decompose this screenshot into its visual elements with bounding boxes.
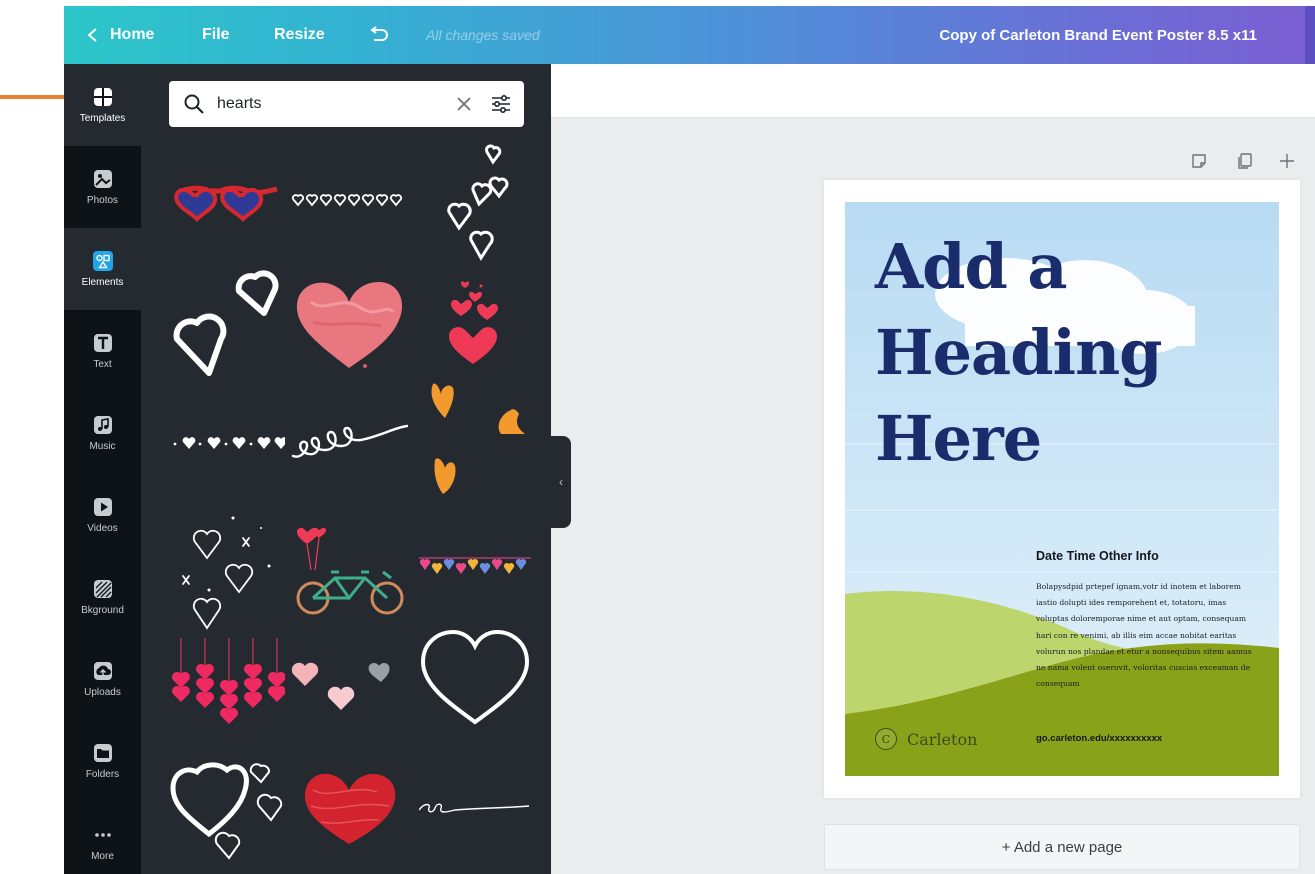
carleton-seal-icon: C: [875, 728, 897, 750]
rail-label-templates: Templates: [79, 113, 126, 124]
rail-label-background: Bkground: [81, 605, 124, 616]
rail-item-templates[interactable]: Templates: [64, 64, 141, 146]
file-menu-button[interactable]: File: [202, 6, 230, 64]
duplicate-page-icon[interactable]: [1235, 151, 1255, 171]
undo-icon: [370, 26, 388, 41]
home-label: Home: [110, 26, 155, 43]
rail-label-more: More: [91, 851, 114, 862]
rail-label-photos: Photos: [86, 195, 119, 206]
background-icon: [93, 580, 112, 598]
videos-icon: [93, 498, 112, 516]
poster-url[interactable]: go.carleton.edu/xxxxxxxxxx: [1036, 733, 1162, 744]
text-icon: [93, 334, 112, 352]
templates-icon: [93, 88, 112, 106]
poster-brand-logo[interactable]: C Carleton: [875, 728, 977, 750]
document-title[interactable]: Copy of Carleton Brand Event Poster 8.5 …: [939, 6, 1257, 64]
search-input[interactable]: [217, 89, 437, 119]
rail-label-videos: Videos: [87, 523, 118, 534]
result-falling-red-hearts[interactable]: [419, 276, 531, 372]
rail-label-folders: Folders: [85, 769, 120, 780]
uploads-icon: [93, 662, 112, 680]
poster-canvas[interactable]: Add a Heading Here Date Time Other Info …: [845, 202, 1279, 776]
search-bar: [169, 81, 524, 127]
resize-label: Resize: [274, 26, 325, 43]
rail-item-text[interactable]: Text: [64, 310, 141, 392]
rail-item-music[interactable]: Music: [64, 392, 141, 474]
result-orange-hearts[interactable]: [419, 380, 531, 502]
rail-item-elements[interactable]: Elements: [64, 228, 141, 310]
rail-label-uploads: Uploads: [84, 687, 121, 698]
music-icon: [93, 416, 112, 434]
result-scribbled-red-heart[interactable]: [291, 766, 409, 850]
add-note-icon[interactable]: [1189, 151, 1209, 171]
add-page-plus-icon[interactable]: [1277, 151, 1297, 171]
result-heart-sunglasses[interactable]: [169, 169, 285, 231]
top-bar: Home File Resize All changes saved Copy …: [64, 6, 1315, 64]
result-thin-heart-line[interactable]: [419, 792, 531, 822]
file-label: File: [202, 26, 230, 43]
folders-icon: [93, 744, 112, 762]
result-painted-pink-heart[interactable]: [291, 274, 409, 374]
rail-label-text: Text: [93, 359, 112, 370]
rail-item-photos[interactable]: Photos: [64, 146, 141, 228]
topbar-edge: [1305, 6, 1315, 64]
chevron-left-icon: [87, 28, 97, 42]
screenshot-stage: Home File Resize All changes saved Copy …: [0, 0, 1315, 874]
rail-item-more[interactable]: More: [64, 802, 141, 874]
resize-button[interactable]: Resize: [274, 6, 325, 64]
page-actions: [1189, 151, 1299, 171]
result-sketched-hearts-stars[interactable]: [169, 504, 285, 630]
rail-label-music: Music: [89, 441, 116, 452]
result-small-hearts-row[interactable]: [291, 190, 409, 210]
add-new-page-button[interactable]: + Add a new page: [824, 824, 1300, 870]
result-scattered-outline-hearts[interactable]: [419, 142, 531, 264]
result-tandem-bike-hearts[interactable]: [291, 522, 409, 618]
result-colorful-heart-bunting[interactable]: [419, 550, 531, 580]
elements-icon: [92, 251, 113, 271]
result-brush-outline-hearts[interactable]: [169, 752, 285, 862]
elements-panel: [141, 64, 551, 874]
undo-button[interactable]: [368, 6, 390, 64]
result-looped-hearts-line[interactable]: [291, 416, 409, 470]
photos-icon: [93, 170, 112, 188]
poster-info-title[interactable]: Date Time Other Info: [1036, 549, 1159, 563]
more-icon: [94, 833, 111, 837]
result-hanging-pink-hearts[interactable]: [169, 636, 285, 724]
clear-search-icon[interactable]: [453, 93, 475, 115]
result-large-outline-heart[interactable]: [419, 628, 531, 728]
home-button[interactable]: Home: [86, 6, 154, 64]
result-pastel-hearts-trio[interactable]: [291, 660, 409, 714]
save-status: All changes saved: [426, 27, 540, 43]
result-double-outline-hearts[interactable]: [169, 269, 285, 377]
rail-item-uploads[interactable]: Uploads: [64, 638, 141, 720]
rail-item-background[interactable]: Bkground: [64, 556, 141, 638]
result-dotted-hearts-line[interactable]: [169, 432, 285, 456]
filter-settings-icon[interactable]: [489, 92, 513, 116]
side-rail: Templates Photos Elements Text Music Vid…: [64, 64, 141, 874]
design-page[interactable]: Add a Heading Here Date Time Other Info …: [824, 180, 1300, 798]
hide-panel-toggle[interactable]: ‹: [551, 436, 571, 528]
chevron-left-icon: ‹: [559, 475, 563, 489]
poster-info-body[interactable]: Bolapysdpid prtepef ignam,votr id inotem…: [1036, 579, 1258, 692]
rail-label-elements: Elements: [81, 277, 124, 288]
rail-item-videos[interactable]: Videos: [64, 474, 141, 556]
canva-editor-window: Home File Resize All changes saved Copy …: [64, 6, 1315, 874]
poster-heading[interactable]: Add a Heading Here: [875, 224, 1163, 482]
brand-name: Carleton: [907, 729, 978, 749]
editor-toolbar: [551, 64, 1315, 118]
search-icon: [184, 94, 204, 114]
rail-item-folders[interactable]: Folders: [64, 720, 141, 802]
